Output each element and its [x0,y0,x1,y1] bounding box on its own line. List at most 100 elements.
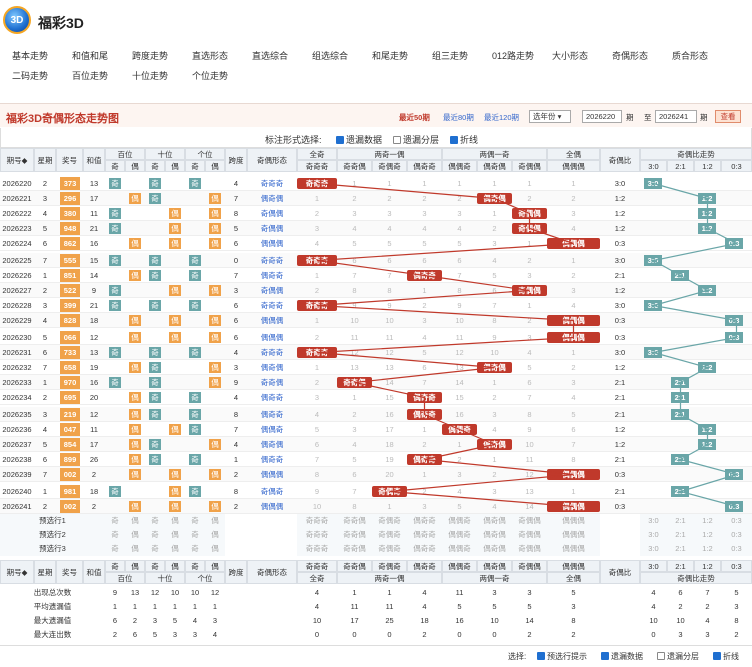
preselect-type[interactable]: 偶奇奇 [407,542,442,556]
preselect-type[interactable]: 奇偶偶 [512,542,547,556]
preselect-digit[interactable]: 偶 [205,528,225,542]
preselect-trend[interactable]: 1:2 [694,542,721,556]
to-issue-input[interactable]: 2026241 [655,110,697,123]
checkbox-icon[interactable] [450,136,458,144]
header-alleven: 全偶 [547,148,600,160]
type-miss: 4 [352,224,357,233]
preselect-type[interactable]: 偶奇奇 [407,514,442,528]
type-miss: 6 [422,363,427,372]
nav-item-row1-8[interactable]: 012路走势 [480,49,540,62]
shape-cell: 偶偶偶 [260,502,284,511]
preselect-type[interactable]: 奇奇偶 [337,528,372,542]
preselect-digit[interactable]: 奇 [185,542,205,556]
preselect-digit[interactable]: 奇 [185,514,205,528]
span-cell: 4 [233,440,239,449]
preselect-digit[interactable]: 奇 [105,542,125,556]
checkbox-icon[interactable] [393,136,401,144]
option-missing-layer[interactable]: 遗漏分层 [393,133,439,146]
preselect-trend[interactable]: 2:1 [667,528,694,542]
preselect-type[interactable]: 奇奇奇 [297,542,337,556]
preselect-trend[interactable]: 2:1 [667,514,694,528]
preselect-digit[interactable]: 偶 [205,514,225,528]
issue-cell: 2026229 [2,316,32,325]
preselect-type[interactable]: 偶偶偶 [547,542,600,556]
preselect-type[interactable]: 奇奇奇 [297,514,337,528]
preselect-type[interactable]: 偶奇奇 [407,528,442,542]
preselect-trend[interactable]: 0:3 [721,528,752,542]
from-issue-input[interactable]: 2026220 [582,110,622,123]
preselect-type[interactable]: 偶偶奇 [442,528,477,542]
period-80-link[interactable]: 最近80期 [443,112,474,123]
preselect-type[interactable]: 奇偶奇 [372,542,407,556]
preselect-digit[interactable]: 偶 [165,542,185,556]
preselect-trend[interactable]: 3:0 [640,514,667,528]
preselect-type[interactable]: 偶偶偶 [547,528,600,542]
footer-option-polyline[interactable]: 折线 [713,651,739,662]
nav-item-row1-9[interactable]: 大小形态 [540,49,600,62]
preselect-trend[interactable]: 0:3 [721,514,752,528]
preselect-type[interactable]: 奇奇偶 [337,514,372,528]
period-120-link[interactable]: 最近120期 [484,112,519,123]
preselect-type[interactable]: 偶偶奇 [442,542,477,556]
preselect-digit[interactable]: 偶 [125,514,145,528]
nav-item-row1-3[interactable]: 直选形态 [180,49,240,62]
preselect-type[interactable]: 偶奇偶 [477,528,512,542]
checkbox-icon[interactable] [657,652,665,660]
preselect-digit[interactable]: 偶 [125,528,145,542]
preselect-trend[interactable]: 1:2 [694,528,721,542]
nav-item-row2-3[interactable]: 个位走势 [180,69,240,82]
preselect-type[interactable]: 偶偶偶 [547,514,600,528]
preselect-type[interactable]: 偶奇偶 [477,514,512,528]
preselect-digit[interactable]: 偶 [125,542,145,556]
preselect-digit[interactable]: 奇 [145,528,165,542]
preselect-digit[interactable]: 偶 [165,528,185,542]
preselect-type[interactable]: 奇奇偶 [337,542,372,556]
preselect-digit[interactable]: 奇 [145,514,165,528]
footer-option-layer[interactable]: 遗漏分层 [657,651,699,662]
period-50-link[interactable]: 最近50期 [399,112,430,123]
preselect-type[interactable]: 奇偶奇 [372,528,407,542]
preselect-digit[interactable]: 奇 [185,528,205,542]
checkbox-icon[interactable] [601,652,609,660]
nav-item-row1-6[interactable]: 和尾走势 [360,49,420,62]
preselect-trend[interactable]: 3:0 [640,528,667,542]
nav-item-row1-5[interactable]: 组选综合 [300,49,360,62]
nav-item-row1-1[interactable]: 和值和尾 [60,49,120,62]
preselect-label: 预选行1 [0,514,105,528]
preselect-digit[interactable]: 奇 [105,528,125,542]
type-miss: 7 [352,271,357,280]
year-select[interactable]: 选年份 ▾ [529,110,571,123]
nav-item-row1-10[interactable]: 奇偶形态 [600,49,660,62]
nav-item-row2-0[interactable]: 二码走势 [0,69,60,82]
preselect-type[interactable]: 偶奇偶 [477,542,512,556]
preselect-trend[interactable]: 1:2 [694,514,721,528]
query-button[interactable]: 查看 [715,110,741,123]
nav-item-row1-7[interactable]: 组三走势 [420,49,480,62]
preselect-type[interactable]: 奇偶偶 [512,528,547,542]
footer-option-preselect[interactable]: 预选行提示 [537,651,587,662]
preselect-digit[interactable]: 奇 [105,514,125,528]
preselect-trend[interactable]: 0:3 [721,542,752,556]
checkbox-icon[interactable] [336,136,344,144]
footer-option-missing[interactable]: 遗漏数据 [601,651,643,662]
preselect-type[interactable]: 奇偶奇 [372,514,407,528]
preselect-type[interactable]: 奇偶偶 [512,514,547,528]
checkbox-icon[interactable] [537,652,545,660]
nav-item-row1-11[interactable]: 质合形态 [660,49,720,62]
checkbox-icon[interactable] [713,652,721,660]
nav-item-row1-2[interactable]: 跨度走势 [120,49,180,62]
preselect-digit[interactable]: 偶 [165,514,185,528]
preselect-digit[interactable]: 奇 [145,542,165,556]
nav-item-row1-0[interactable]: 基本走势 [0,49,60,62]
preselect-trend[interactable]: 2:1 [667,542,694,556]
nav-item-row2-1[interactable]: 百位走势 [60,69,120,82]
nav-item-row1-4[interactable]: 直选综合 [240,49,300,62]
option-missing-data[interactable]: 遗漏数据 [336,133,382,146]
preselect-type[interactable]: 奇奇奇 [297,528,337,542]
nav-item-row2-2[interactable]: 十位走势 [120,69,180,82]
preselect-trend[interactable]: 3:0 [640,542,667,556]
preselect-type[interactable]: 偶偶奇 [442,514,477,528]
preselect-digit[interactable]: 偶 [205,542,225,556]
option-polyline[interactable]: 折线 [450,133,478,146]
stats-header: 百位 [105,572,145,584]
